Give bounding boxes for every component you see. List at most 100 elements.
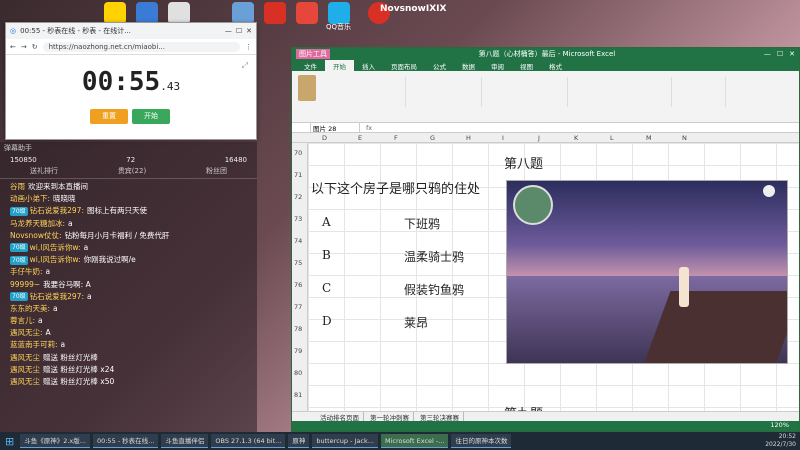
chat-username[interactable]: 遇风无尘 xyxy=(10,377,40,386)
column-header[interactable]: K xyxy=(574,134,578,142)
taskbar-item[interactable]: OBS 27.1.3 (64 bit... xyxy=(211,434,286,448)
reset-button[interactable]: 重置 xyxy=(90,109,128,124)
maximize-icon[interactable]: ☐ xyxy=(236,27,242,35)
forward-icon[interactable]: → xyxy=(21,43,27,51)
desktop-icon-label: QQ音乐 xyxy=(326,23,352,31)
tab-gift-rank[interactable]: 送礼排行 xyxy=(30,166,58,176)
row-header[interactable]: 81 xyxy=(294,391,302,399)
row-header[interactable]: 71 xyxy=(294,171,302,179)
chat-message: 遇风无尘 赠送 粉丝灯光棒 x50 xyxy=(4,376,253,388)
back-icon[interactable]: ← xyxy=(10,43,16,51)
sheet-tab[interactable]: 第一轮冲刺赛 xyxy=(366,412,414,422)
ribbon-tab[interactable]: 格式 xyxy=(541,60,570,71)
game-screenshot-image[interactable] xyxy=(506,180,788,364)
ribbon-tab[interactable]: 插入 xyxy=(354,60,383,71)
ribbon-tab[interactable]: 页面布局 xyxy=(383,60,425,71)
ribbon-tab[interactable]: 开始 xyxy=(325,60,354,71)
chat-username[interactable]: 钻石说爱我297: xyxy=(30,206,84,215)
row-header[interactable]: 73 xyxy=(294,215,302,223)
chat-username[interactable]: 马龙养天糖加冰: xyxy=(10,219,65,228)
minimize-icon[interactable]: — xyxy=(764,50,771,58)
chat-username[interactable]: 蓉言儿: xyxy=(10,316,35,325)
tab-fan-club[interactable]: 粉丝团 xyxy=(206,166,227,176)
row-header[interactable]: 80 xyxy=(294,369,302,377)
chat-text: a xyxy=(38,316,43,326)
minimize-icon[interactable]: — xyxy=(225,27,232,35)
row-header[interactable]: 77 xyxy=(294,303,302,311)
sheet-tab[interactable]: 活动排名页面 xyxy=(316,412,364,422)
chat-username[interactable]: wi,l风告诉你w: xyxy=(30,255,81,264)
row-header[interactable]: 78 xyxy=(294,325,302,333)
tab-vip[interactable]: 贵宾(22) xyxy=(118,166,146,176)
stopwatch-time: 00:55 xyxy=(81,67,161,97)
taskbar-item[interactable]: buttercup - Jack... xyxy=(312,434,378,448)
ribbon-tab[interactable]: 审阅 xyxy=(483,60,512,71)
option-value: 温柔骑士鸦 xyxy=(404,250,465,264)
start-button[interactable]: 开始 xyxy=(132,109,170,124)
close-icon[interactable]: ✕ xyxy=(789,50,795,58)
chat-username[interactable]: 东东的天美: xyxy=(10,304,50,313)
context-tab-picture-tools[interactable]: 图片工具 xyxy=(296,49,330,59)
column-header[interactable]: M xyxy=(646,134,652,142)
chat-username[interactable]: 遇风无尘 xyxy=(10,365,40,374)
menu-icon[interactable]: ⋮ xyxy=(245,43,252,51)
paste-icon[interactable] xyxy=(298,75,316,101)
column-header[interactable]: H xyxy=(466,134,471,142)
desktop-icon-3[interactable] xyxy=(168,2,190,24)
sheet-tab[interactable]: 第三轮决赛赛 xyxy=(416,412,464,422)
row-header[interactable]: 72 xyxy=(294,193,302,201)
column-header[interactable]: E xyxy=(358,134,362,142)
browser-tab-title[interactable]: 00:55 - 秒表在线 - 秒表 - 在线计... xyxy=(20,26,221,36)
desktop-icon-4[interactable] xyxy=(232,2,254,24)
taskbar-item[interactable]: 往日的原神本次数 xyxy=(451,434,512,448)
column-header[interactable]: G xyxy=(430,134,435,142)
taskbar-item[interactable]: Microsoft Excel -... xyxy=(380,434,449,448)
desktop-icon-1[interactable] xyxy=(104,2,126,24)
chat-username[interactable]: 遇风无尘 xyxy=(10,353,40,362)
image-character xyxy=(679,267,689,307)
chat-username[interactable]: 谷雨 xyxy=(10,182,25,191)
zoom-level[interactable]: 120% xyxy=(770,421,789,431)
start-icon[interactable]: ⊞ xyxy=(2,435,17,448)
taskbar-item[interactable]: 斗鱼《原神》2.x版... xyxy=(20,434,90,448)
fx-icon[interactable]: fx xyxy=(366,124,372,132)
url-input[interactable]: https://naozhong.net.cn/miaobi... xyxy=(42,41,240,52)
maximize-icon[interactable]: ☐ xyxy=(777,50,783,58)
address-bar: ← → ↻ https://naozhong.net.cn/miaobi... … xyxy=(6,39,256,55)
reload-icon[interactable]: ↻ xyxy=(32,43,38,51)
row-header[interactable]: 79 xyxy=(294,347,302,355)
chat-username[interactable]: 蓝蓝南手可莉: xyxy=(10,340,58,349)
row-header[interactable]: 75 xyxy=(294,259,302,267)
column-header[interactable]: F xyxy=(394,134,398,142)
chat-username[interactable]: 动画小弟下: xyxy=(10,194,50,203)
ribbon-tab[interactable]: 视图 xyxy=(512,60,541,71)
ribbon-tab[interactable]: 数据 xyxy=(454,60,483,71)
chat-username[interactable]: 遇风无尘: xyxy=(10,328,43,337)
ribbon-tab[interactable]: 文件 xyxy=(296,60,325,71)
taskbar-item[interactable]: 原神 xyxy=(288,434,310,448)
desktop-icon-6[interactable] xyxy=(296,2,318,24)
fullscreen-icon[interactable]: ⤢ xyxy=(242,61,248,71)
chat-username[interactable]: 钻石说爱我297: xyxy=(30,292,84,301)
close-icon[interactable]: ✕ xyxy=(246,27,252,35)
column-header[interactable]: N xyxy=(682,134,687,142)
row-header[interactable]: 70 xyxy=(294,149,302,157)
name-box[interactable]: 图片 28 xyxy=(310,121,360,134)
taskbar-item[interactable]: 斗鱼直播伴侣 xyxy=(161,434,209,448)
desktop-icon-7[interactable] xyxy=(328,2,350,24)
column-header[interactable]: J xyxy=(538,134,540,142)
column-header[interactable]: D xyxy=(322,134,327,142)
taskbar-item[interactable]: 00:55 - 秒表在线... xyxy=(92,434,159,448)
chat-username[interactable]: 99999~ xyxy=(10,280,40,289)
chat-username[interactable]: wi,l风告诉你w: xyxy=(30,243,81,252)
option-key: B xyxy=(322,248,331,262)
chat-username[interactable]: 手仔牛奶: xyxy=(10,267,43,276)
ribbon-tab[interactable]: 公式 xyxy=(425,60,454,71)
row-header[interactable]: 74 xyxy=(294,237,302,245)
desktop-icon-2[interactable] xyxy=(136,2,158,24)
chat-username[interactable]: Novsnow仗仗: xyxy=(10,231,62,240)
column-header[interactable]: I xyxy=(502,134,504,142)
desktop-icon-5[interactable] xyxy=(264,2,286,24)
column-header[interactable]: L xyxy=(610,134,614,142)
row-header[interactable]: 76 xyxy=(294,281,302,289)
